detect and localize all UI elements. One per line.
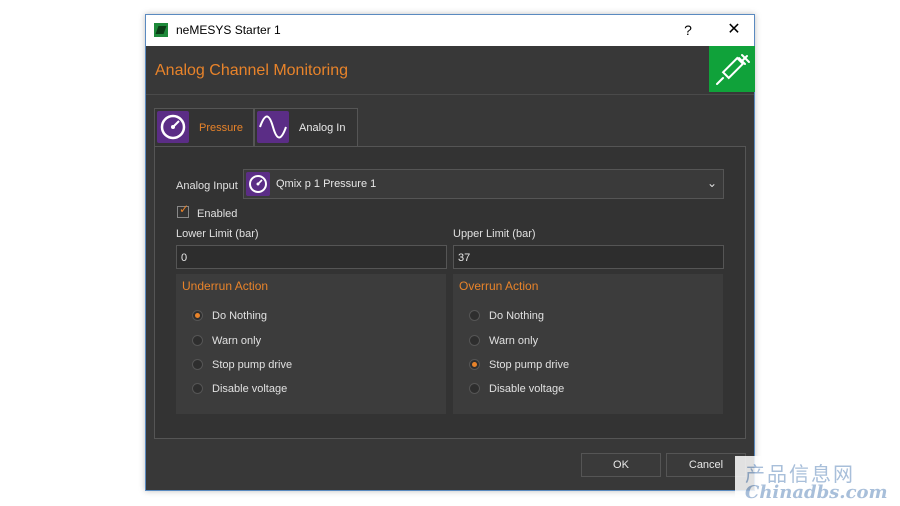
overrun-action-group: Overrun Action Do Nothing Warn only Stop…: [453, 274, 723, 414]
sine-wave-icon: [257, 111, 289, 143]
underrun-action-group: Underrun Action Do Nothing Warn only Sto…: [176, 274, 446, 414]
analog-input-select[interactable]: Qmix p 1 Pressure 1 ⌄: [243, 169, 724, 199]
underrun-stop-pump-label[interactable]: Stop pump drive: [212, 359, 292, 371]
ok-button[interactable]: OK: [581, 453, 661, 477]
underrun-action-title: Underrun Action: [182, 279, 269, 293]
lower-limit-value: 0: [181, 252, 188, 264]
enabled-checkbox[interactable]: ✓: [177, 202, 190, 218]
pressure-panel: Analog Input Qmix p 1 Pressure 1 ⌄ ✓ Ena…: [154, 146, 746, 439]
tab-analog-in-label: Analog In: [299, 122, 346, 134]
underrun-do-nothing-radio[interactable]: [192, 310, 203, 321]
syringe-icon: [709, 46, 755, 92]
analog-input-value: Qmix p 1 Pressure 1: [276, 178, 377, 190]
lower-limit-field[interactable]: 0: [176, 245, 447, 269]
title-bar[interactable]: neMESYS Starter 1 ? ✕: [146, 15, 754, 46]
help-button[interactable]: ?: [676, 20, 700, 40]
underrun-do-nothing-label[interactable]: Do Nothing: [212, 310, 267, 322]
upper-limit-label: Upper Limit (bar): [453, 228, 536, 240]
close-button[interactable]: ✕: [720, 20, 748, 40]
analog-input-label: Analog Input: [176, 180, 238, 192]
watermark: 产品信息网 Chinadbs.com: [735, 456, 900, 506]
enabled-label: Enabled: [197, 208, 238, 220]
underrun-disable-voltage-label[interactable]: Disable voltage: [212, 383, 287, 395]
overrun-action-title: Overrun Action: [459, 279, 539, 293]
overrun-stop-pump-label[interactable]: Stop pump drive: [489, 359, 569, 371]
overrun-disable-voltage-radio[interactable]: [469, 383, 480, 394]
cancel-button[interactable]: Cancel: [666, 453, 746, 477]
gauge-icon: [246, 172, 270, 196]
checkmark-icon: ✓: [179, 202, 190, 216]
tab-analog-in[interactable]: Analog In: [254, 108, 358, 146]
underrun-warn-only-radio[interactable]: [192, 335, 203, 346]
gauge-icon: [157, 111, 189, 143]
overrun-stop-pump-radio[interactable]: [469, 359, 480, 370]
chevron-down-icon: ⌄: [706, 176, 717, 190]
underrun-warn-only-label[interactable]: Warn only: [212, 335, 261, 347]
window-title: neMESYS Starter 1: [176, 23, 281, 37]
overrun-do-nothing-radio[interactable]: [469, 310, 480, 321]
overrun-warn-only-radio[interactable]: [469, 335, 480, 346]
dialog-window: neMESYS Starter 1 ? ✕ Analog Channel Mon…: [145, 14, 755, 491]
underrun-stop-pump-radio[interactable]: [192, 359, 203, 370]
page-title: Analog Channel Monitoring: [155, 62, 349, 79]
app-icon: [154, 23, 168, 37]
watermark-site-text: Chinadbs.com: [745, 482, 888, 503]
overrun-do-nothing-label[interactable]: Do Nothing: [489, 310, 544, 322]
upper-limit-field[interactable]: 37: [453, 245, 724, 269]
tab-pressure-label: Pressure: [199, 122, 244, 134]
overrun-disable-voltage-label[interactable]: Disable voltage: [489, 383, 564, 395]
overrun-warn-only-label[interactable]: Warn only: [489, 335, 538, 347]
underrun-disable-voltage-radio[interactable]: [192, 383, 203, 394]
tab-pressure[interactable]: Pressure: [154, 108, 254, 146]
dialog-header: Analog Channel Monitoring: [146, 46, 755, 95]
upper-limit-value: 37: [458, 252, 471, 264]
lower-limit-label: Lower Limit (bar): [176, 228, 259, 240]
